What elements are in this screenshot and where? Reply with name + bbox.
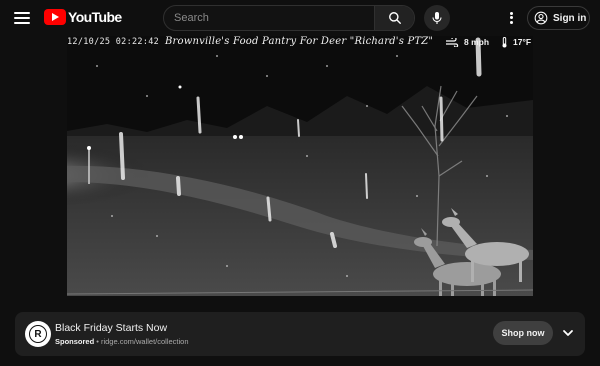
sign-in-label: Sign in <box>553 12 587 24</box>
account-icon <box>534 11 548 25</box>
microphone-icon <box>432 12 442 24</box>
advertiser-logo: R <box>25 321 51 347</box>
more-options-icon[interactable] <box>503 9 519 27</box>
wind-icon <box>446 38 459 47</box>
logo-text: YouTube <box>68 9 122 25</box>
ad-banner[interactable]: R Black Friday Starts Now Sponsored • ri… <box>15 312 585 356</box>
masthead: YouTube Sign in <box>0 0 600 36</box>
youtube-logo[interactable]: YouTube <box>44 9 122 25</box>
menu-icon[interactable] <box>12 9 32 27</box>
search-box <box>163 5 415 31</box>
temperature: 17°F <box>513 37 532 47</box>
video-frame <box>67 36 533 296</box>
chevron-down-icon[interactable] <box>561 326 575 340</box>
ad-title[interactable]: Black Friday Starts Now <box>55 322 167 334</box>
youtube-play-icon <box>44 9 66 25</box>
wind-speed: 8 mph <box>464 37 490 47</box>
search-icon <box>388 12 401 24</box>
ad-url: ridge.com/wallet/collection <box>100 337 189 346</box>
shop-now-button[interactable]: Shop now <box>493 321 553 345</box>
thermometer-icon <box>502 37 507 48</box>
ad-meta: Sponsored • ridge.com/wallet/collection <box>55 337 189 346</box>
sign-in-button[interactable]: Sign in <box>527 6 590 30</box>
search-button[interactable] <box>374 6 414 30</box>
advertiser-logo-letter: R <box>29 325 47 343</box>
voice-search-button[interactable] <box>424 5 450 31</box>
camera-title: Brownville's Food Pantry For Deer "Richa… <box>165 36 434 47</box>
ad-separator: • <box>94 337 101 346</box>
search-input[interactable] <box>164 6 374 30</box>
video-player[interactable]: 12/10/25 02:22:42 Brownville's Food Pant… <box>67 36 533 296</box>
sponsored-label: Sponsored <box>55 337 95 346</box>
video-timestamp: 12/10/25 02:22:42 <box>67 37 160 47</box>
